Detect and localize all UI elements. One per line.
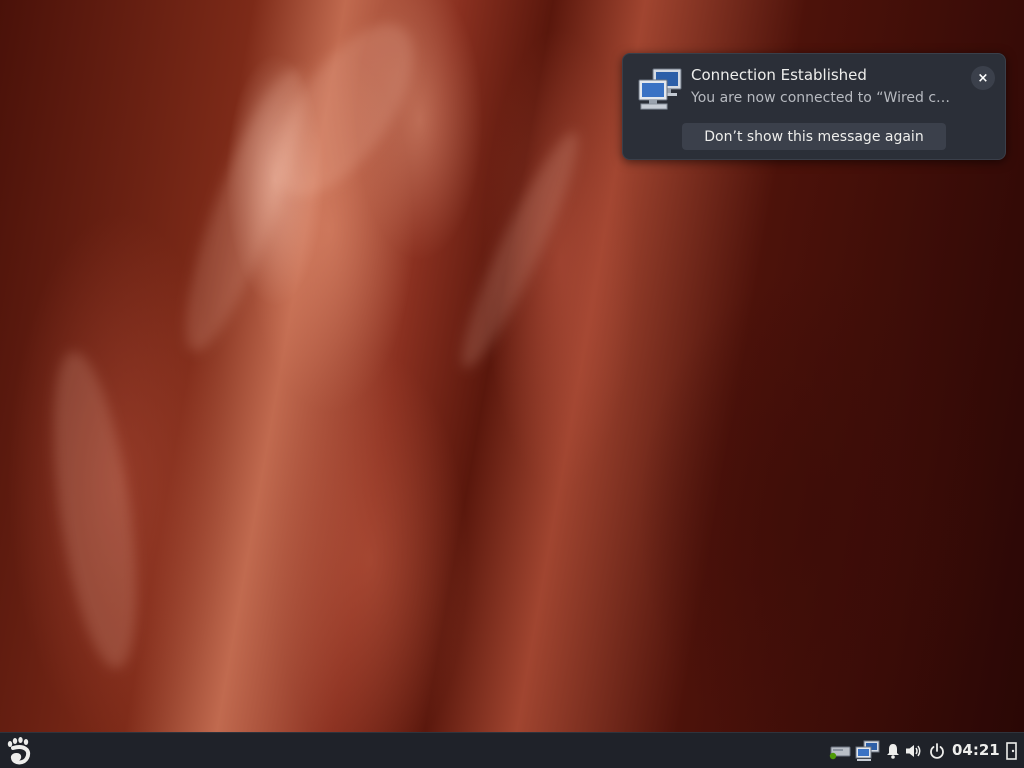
network-wired-icon[interactable]: [855, 740, 881, 762]
notification-banner[interactable]: Connection Established You are now conne…: [622, 53, 1006, 160]
wallpaper-highlight: [446, 123, 594, 377]
notification-title: Connection Established: [691, 66, 867, 84]
panel-clock[interactable]: 04:21: [952, 741, 1000, 759]
volume-icon[interactable]: [904, 740, 924, 762]
notification-body: You are now connected to “Wired c…: [691, 90, 951, 106]
network-computers-icon: [637, 68, 685, 112]
notifications-bell-icon[interactable]: [884, 740, 902, 762]
logout-icon[interactable]: [1004, 740, 1020, 762]
bottom-panel: 04:21: [0, 732, 1024, 768]
power-icon[interactable]: [928, 740, 946, 762]
removable-drive-icon[interactable]: [828, 740, 852, 762]
dont-show-again-button[interactable]: Don’t show this message again: [682, 123, 946, 150]
wallpaper-highlight: [38, 346, 152, 674]
gnome-foot-icon[interactable]: [4, 736, 34, 766]
close-icon[interactable]: ×: [971, 66, 995, 90]
